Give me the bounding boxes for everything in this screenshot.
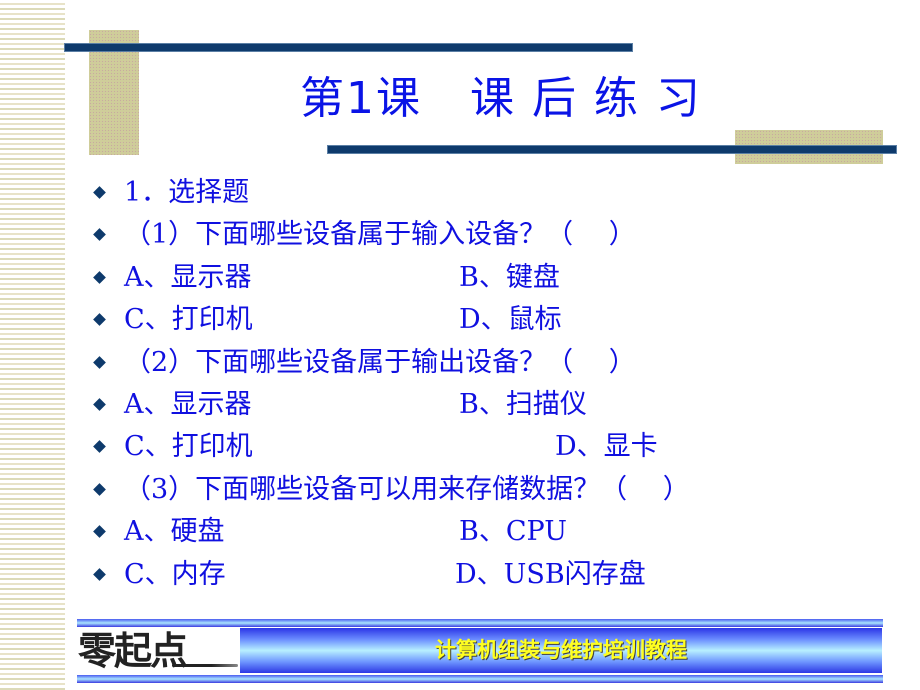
- question-text: （2）下面哪些设备属于输出设备？（ ）: [124, 346, 636, 378]
- option-d: D、USB闪存盘: [455, 558, 646, 590]
- question-text: （1）下面哪些设备属于输入设备？（ ）: [124, 219, 636, 251]
- diamond-bullet-icon: [93, 398, 106, 411]
- option-c: C、打印机: [124, 431, 253, 463]
- footer-banner: 计算机组装与维护培训教程: [240, 628, 882, 673]
- diamond-bullet-icon: [93, 313, 106, 327]
- diamond-bullet-icon: [93, 525, 106, 538]
- diamond-bullet-icon: [93, 567, 106, 581]
- diamond-bullet-icon: [93, 270, 106, 284]
- logo-text: 零起点: [78, 629, 188, 673]
- item-text: 1．选择题: [124, 177, 250, 208]
- navy-bar-top: [64, 43, 633, 52]
- option-a: A、硬盘: [124, 516, 225, 548]
- question-text: （3）下面哪些设备可以用来存储数据？（ ）: [124, 473, 690, 505]
- footer-bottom-rule: [77, 675, 883, 683]
- option-a: A、显示器: [124, 261, 252, 293]
- left-stripe-decoration: [0, 0, 65, 690]
- option-c: C、内存: [124, 558, 226, 590]
- diamond-bullet-icon: [93, 186, 106, 199]
- option-b: B、CPU: [459, 516, 567, 548]
- diamond-bullet-icon: [93, 228, 106, 242]
- slide-title: 第1课 课 后 练 习: [300, 73, 702, 124]
- option-b: B、键盘: [459, 261, 560, 293]
- diamond-bullet-icon: [93, 440, 106, 454]
- option-a: A、显示器: [124, 388, 252, 420]
- diamond-bullet-icon: [93, 482, 106, 496]
- logo-swoosh-icon: [172, 664, 238, 667]
- course-title: 计算机组装与维护培训教程: [435, 638, 687, 662]
- option-d: D、显卡: [555, 431, 658, 463]
- navy-bar-bottom: [327, 145, 897, 154]
- option-b: B、扫描仪: [459, 388, 587, 420]
- option-d: D、鼠标: [459, 304, 562, 336]
- option-c: C、打印机: [124, 304, 253, 336]
- footer-top-rule: [77, 619, 883, 627]
- logo: 零起点: [72, 628, 240, 673]
- diamond-bullet-icon: [93, 355, 106, 369]
